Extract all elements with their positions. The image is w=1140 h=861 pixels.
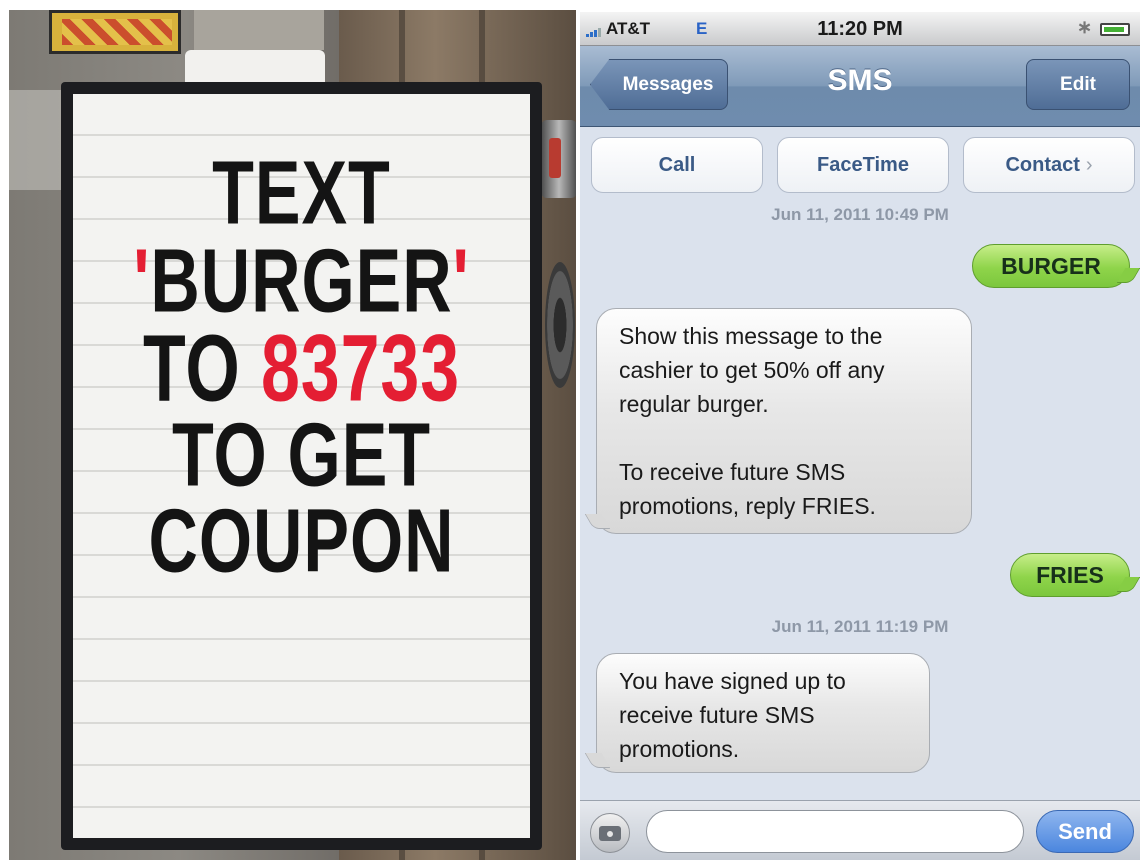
status-bar: AT&T E 11:20 PM ∗ — [580, 12, 1140, 46]
letter-board: TEXT 'BURGER' TO 83733 TO GET COUPON — [73, 94, 530, 838]
sign-line-5: COUPON — [84, 490, 518, 593]
navigation-bar: Messages SMS Edit — [580, 46, 1140, 127]
message-text: FRIES — [1036, 561, 1104, 588]
message-line — [619, 421, 953, 455]
sms-screen: AT&T E 11:20 PM ∗ Messages SMS Edit Call… — [580, 12, 1140, 860]
message-text: BURGER — [1001, 252, 1101, 279]
message-line: receive future SMS — [619, 702, 815, 728]
status-time: 11:20 PM — [817, 18, 903, 40]
timestamp: Jun 11, 2011 11:19 PM — [771, 617, 949, 636]
call-button-label: Call — [658, 153, 696, 176]
call-button[interactable]: Call — [591, 137, 763, 193]
sent-message-bubble: BURGER — [972, 244, 1130, 288]
bluetooth-icon: ∗ — [1077, 17, 1093, 37]
battery-icon — [1100, 23, 1130, 36]
facetime-button[interactable]: FaceTime — [777, 137, 949, 193]
sign-coupon-text: COUPON — [148, 491, 455, 592]
screenshot-root: TEXT 'BURGER' TO 83733 TO GET COUPON AT&… — [0, 0, 1140, 861]
message-line: promotions, reply FRIES. — [619, 493, 876, 519]
message-composer: Send — [580, 800, 1140, 860]
message-line: regular burger. — [619, 391, 769, 417]
send-button[interactable]: Send — [1036, 810, 1134, 853]
message-line: promotions. — [619, 736, 740, 762]
message-line: cashier to get 50% off any — [619, 357, 885, 383]
chevron-right-icon: › — [1085, 153, 1093, 176]
message-input[interactable] — [646, 810, 1024, 853]
sign-text-text: TEXT — [212, 143, 391, 244]
camera-button[interactable] — [590, 813, 630, 853]
message-line: To receive future SMS — [619, 459, 846, 485]
message-line: You have signed up to — [619, 668, 846, 694]
received-message-bubble: Show this message to the cashier to get … — [596, 308, 972, 534]
background-stand — [194, 10, 324, 50]
facetime-button-label: FaceTime — [817, 153, 909, 176]
wall-fixture — [541, 120, 576, 198]
timestamp: Jun 11, 2011 10:49 PM — [771, 205, 949, 224]
background-poster — [49, 10, 181, 54]
received-message-bubble: You have signed up to receive future SMS… — [596, 653, 930, 773]
camera-icon — [599, 825, 621, 841]
message-line: Show this message to the — [619, 323, 883, 349]
letter-board-sign: TEXT 'BURGER' TO 83733 TO GET COUPON — [61, 82, 542, 850]
contact-button-label: Contact — [1005, 153, 1080, 176]
sidewalk-sign-photo: TEXT 'BURGER' TO 83733 TO GET COUPON — [9, 10, 576, 860]
contact-button[interactable]: Contact › — [963, 137, 1135, 193]
edit-button[interactable]: Edit — [1026, 59, 1130, 110]
wall-grate — [545, 262, 575, 388]
sent-message-bubble: FRIES — [1010, 553, 1130, 597]
